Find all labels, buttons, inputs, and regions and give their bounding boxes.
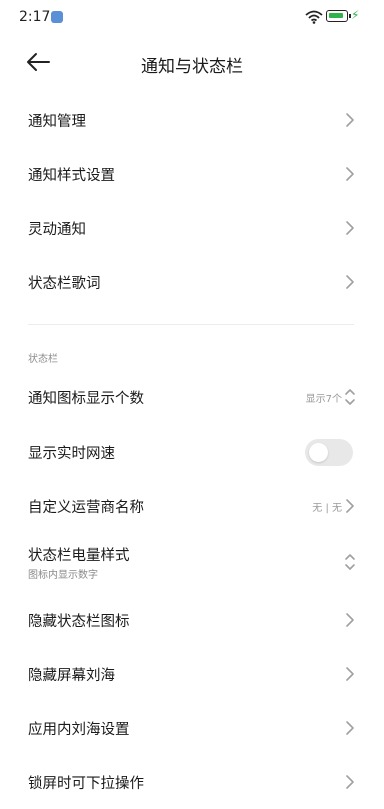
list-item-label: 通知样式设置: [28, 168, 115, 184]
chevron-right-icon: [346, 667, 354, 681]
chevron-right-icon: [346, 499, 354, 513]
up-down-icon: [345, 554, 355, 570]
title-bar: 通知与状态栏: [0, 36, 384, 88]
status-time: 2:17: [19, 9, 51, 25]
list-item-in-app-notch-settings[interactable]: 应用内刘海设置: [0, 701, 384, 755]
chevron-right-icon: [346, 221, 354, 235]
list-item-custom-carrier-name[interactable]: 自定义运营商名称 无 | 无: [0, 479, 384, 533]
list-item-value: 显示7个: [305, 394, 342, 405]
toggle-knob: [309, 443, 328, 462]
list-item-label: 隐藏状态栏图标: [28, 614, 130, 630]
list-item-notification-icon-count[interactable]: 通知图标显示个数 显示7个: [0, 370, 384, 424]
list-item-label: 隐藏屏幕刘海: [28, 668, 115, 684]
list-item-label: 显示实时网速: [28, 446, 115, 462]
list-item-status-bar-lyrics[interactable]: 状态栏歌词: [0, 255, 384, 309]
chevron-right-icon: [346, 775, 354, 789]
list-item-hide-notch[interactable]: 隐藏屏幕刘海: [0, 647, 384, 701]
app-notification-icon: [51, 11, 63, 23]
chevron-right-icon: [346, 721, 354, 735]
list-item-label: 应用内刘海设置: [28, 722, 130, 738]
list-item-label: 锁屏时可下拉操作: [28, 776, 144, 792]
list-item-label: 状态栏电量样式: [28, 548, 130, 564]
list-item-label: 通知图标显示个数: [28, 391, 144, 407]
list-item-dynamic-notification[interactable]: 灵动通知: [0, 201, 384, 255]
list-item-label: 自定义运营商名称: [28, 500, 144, 516]
list-item-notification-management[interactable]: 通知管理: [0, 93, 384, 147]
chevron-right-icon: [346, 613, 354, 627]
list-item-label: 通知管理: [28, 114, 86, 130]
section-divider: [28, 324, 354, 325]
list-item-notification-style[interactable]: 通知样式设置: [0, 147, 384, 201]
list-item-label: 状态栏歌词: [28, 276, 101, 292]
chevron-right-icon: [346, 167, 354, 181]
list-item-realtime-network-speed: 显示实时网速: [0, 425, 384, 479]
battery-icon: [326, 10, 351, 22]
page-title: 通知与状态栏: [141, 57, 243, 77]
status-bar: 2:17 ⚡: [0, 0, 384, 36]
list-item-subtitle: 图标内显示数字: [28, 570, 98, 581]
list-item-hide-status-bar-icons[interactable]: 隐藏状态栏图标: [0, 593, 384, 647]
realtime-speed-toggle[interactable]: [305, 439, 353, 466]
list-item-label: 灵动通知: [28, 222, 86, 238]
list-item-lockscreen-pulldown[interactable]: 锁屏时可下拉操作: [0, 755, 384, 809]
section-header-status-bar: 状态栏: [28, 354, 58, 365]
list-item-battery-style[interactable]: 状态栏电量样式 图标内显示数字: [0, 535, 384, 589]
chevron-right-icon: [346, 113, 354, 127]
up-down-icon: [345, 389, 355, 405]
list-item-value: 无 | 无: [312, 503, 342, 514]
chevron-right-icon: [346, 275, 354, 289]
wifi-icon: [305, 10, 323, 24]
charging-icon: ⚡: [351, 8, 360, 22]
